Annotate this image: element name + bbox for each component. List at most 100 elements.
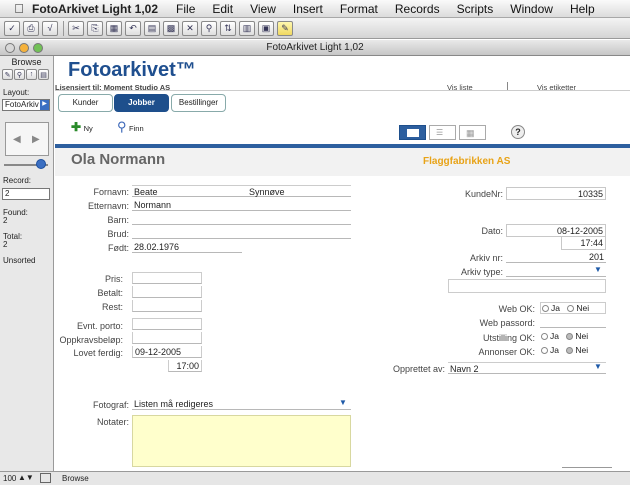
help-icon[interactable]: ?: [511, 125, 525, 139]
oppkrav-field[interactable]: [132, 332, 202, 344]
show-all-icon[interactable]: ▥: [239, 20, 255, 36]
menu-app-name[interactable]: FotoArkivet Light 1,02: [32, 2, 158, 16]
betalt-field[interactable]: [132, 286, 202, 298]
paste-icon[interactable]: ▦: [106, 20, 122, 36]
print-icon[interactable]: ⎙: [23, 20, 39, 36]
notater-label: Notater:: [96, 417, 129, 427]
prev-record-icon[interactable]: ◀: [13, 134, 21, 145]
layout-select-value: FotoArkiv: [5, 100, 39, 109]
rest-field[interactable]: [132, 300, 202, 312]
omit-icon[interactable]: ▣: [258, 20, 274, 36]
table-view-button[interactable]: ▦: [459, 125, 486, 140]
new-record-button[interactable]: ✚ Ny: [71, 120, 93, 134]
fotograf-select[interactable]: Listen må redigeres: [132, 398, 351, 410]
webpassord-field[interactable]: [540, 316, 606, 328]
add-icon: ✚: [71, 120, 82, 134]
fotograf-dropdown-icon[interactable]: ▼: [339, 398, 347, 407]
arkivnr-field[interactable]: 201: [506, 251, 606, 263]
zoom-controls-icon[interactable]: ▲▼: [18, 473, 34, 482]
dato-field[interactable]: 08-12-2005: [506, 224, 606, 237]
fornavn-field[interactable]: Beate: [132, 185, 247, 197]
annonser-nei-label: Nei: [575, 345, 589, 355]
webok-ja-radio[interactable]: [542, 305, 549, 312]
lovet-time-field[interactable]: 17:00: [168, 360, 202, 372]
record-number-input[interactable]: 2: [2, 188, 50, 200]
preview-mode-icon[interactable]: ▤: [38, 69, 49, 80]
duplicate-record-icon[interactable]: ▩: [163, 20, 179, 36]
mode-icons: ✎ ⚲ ↑ ▤: [2, 69, 52, 81]
fornavn2-field[interactable]: Synnøve: [247, 185, 351, 197]
opprettet-dropdown-icon[interactable]: ▼: [594, 362, 602, 371]
brud-label: Brud:: [107, 229, 129, 239]
find-icon[interactable]: ⚲: [201, 20, 217, 36]
header-rule: [55, 90, 630, 91]
dropdown-arrow-icon: ▶: [40, 100, 49, 110]
utstilling-ja-radio[interactable]: [541, 333, 548, 340]
window-titlebar[interactable]: FotoArkivet Light 1,02: [0, 40, 630, 56]
record-slider-handle[interactable]: [36, 159, 46, 169]
bottom-mode[interactable]: Browse: [62, 474, 89, 483]
menu-insert[interactable]: Insert: [293, 2, 323, 16]
list-view-icon: ☰: [436, 128, 444, 137]
barn-field[interactable]: [132, 213, 351, 225]
etternavn-field[interactable]: Normann: [132, 199, 351, 211]
tab-jobber[interactable]: Jobber: [114, 94, 169, 112]
webpassord-label: Web passord:: [479, 318, 535, 328]
menu-window[interactable]: Window: [510, 2, 553, 16]
menu-records[interactable]: Records: [395, 2, 440, 16]
webok-ja-label: Ja: [551, 303, 560, 313]
menu-file[interactable]: File: [176, 2, 195, 16]
table-view-icon: ▦: [466, 128, 475, 138]
menu-help[interactable]: Help: [570, 2, 595, 16]
notater-textarea[interactable]: [132, 415, 351, 467]
arkivtype-select[interactable]: [506, 265, 606, 277]
dato-time-field[interactable]: 17:44: [561, 237, 606, 250]
webok-nei-radio[interactable]: [567, 305, 575, 312]
record-book-icon[interactable]: ◀ ▶: [5, 122, 49, 156]
find-mode-icon[interactable]: ⚲: [14, 69, 25, 80]
spellcheck-icon[interactable]: √: [42, 20, 58, 36]
lovet-date-field[interactable]: 09-12-2005: [132, 346, 202, 358]
browse-mode-icon[interactable]: ✎: [2, 69, 13, 80]
layout-select[interactable]: FotoArkiv ▶: [2, 99, 50, 111]
utstilling-label: Utstilling OK:: [482, 333, 535, 343]
toggle-status-icon[interactable]: [40, 473, 51, 483]
annonser-ja-radio[interactable]: [541, 347, 548, 354]
menubar:  FotoArkivet Light 1,02 File Edit View …: [0, 0, 630, 18]
cut-icon[interactable]: ✂: [68, 20, 84, 36]
arkivtype-extra-field[interactable]: [448, 279, 606, 293]
find-button[interactable]: ⚲ Finn: [117, 119, 144, 135]
menu-edit[interactable]: Edit: [212, 2, 233, 16]
arkivtype-dropdown-icon[interactable]: ▼: [594, 265, 602, 274]
delete-record-icon[interactable]: ✕: [182, 20, 198, 36]
utstilling-nei-radio[interactable]: [566, 333, 574, 340]
fodt-field[interactable]: 28.02.1976: [132, 241, 242, 253]
next-record-icon[interactable]: ▶: [32, 134, 40, 145]
checkbox-icon[interactable]: ✓: [4, 20, 20, 36]
copy-icon[interactable]: ⎘: [87, 20, 103, 36]
menu-scripts[interactable]: Scripts: [457, 2, 494, 16]
menu-view[interactable]: View: [250, 2, 276, 16]
form-view-button[interactable]: [399, 125, 426, 140]
opprettet-select[interactable]: Navn 2: [448, 362, 606, 374]
tab-kunder[interactable]: Kunder: [58, 94, 113, 112]
toolbar: ✓ ⎙ √ ✂ ⎘ ▦ ↶ ▤ ▩ ✕ ⚲ ⇅ ▥ ▣ ✎: [0, 18, 630, 39]
webok-radio-group[interactable]: Ja Nei: [540, 302, 606, 314]
pris-field[interactable]: [132, 272, 202, 284]
undo-icon[interactable]: ↶: [125, 20, 141, 36]
brud-field[interactable]: [132, 227, 351, 239]
note-icon[interactable]: ✎: [277, 20, 293, 36]
porto-field[interactable]: [132, 318, 202, 330]
layout-mode-icon[interactable]: ↑: [26, 69, 37, 80]
sort-icon[interactable]: ⇅: [220, 20, 236, 36]
annonser-nei-radio[interactable]: [566, 347, 574, 354]
tab-bestillinger[interactable]: Bestillinger: [171, 94, 226, 112]
kundenr-field[interactable]: 10335: [506, 187, 606, 200]
menu-format[interactable]: Format: [340, 2, 378, 16]
apple-icon[interactable]: : [6, 1, 32, 16]
utstilling-radio-group[interactable]: Ja Nei: [540, 331, 606, 343]
new-record-icon[interactable]: ▤: [144, 20, 160, 36]
form-view-icon: [407, 129, 419, 137]
list-view-button[interactable]: ☰: [429, 125, 456, 140]
annonser-radio-group[interactable]: Ja Nei: [540, 345, 606, 357]
